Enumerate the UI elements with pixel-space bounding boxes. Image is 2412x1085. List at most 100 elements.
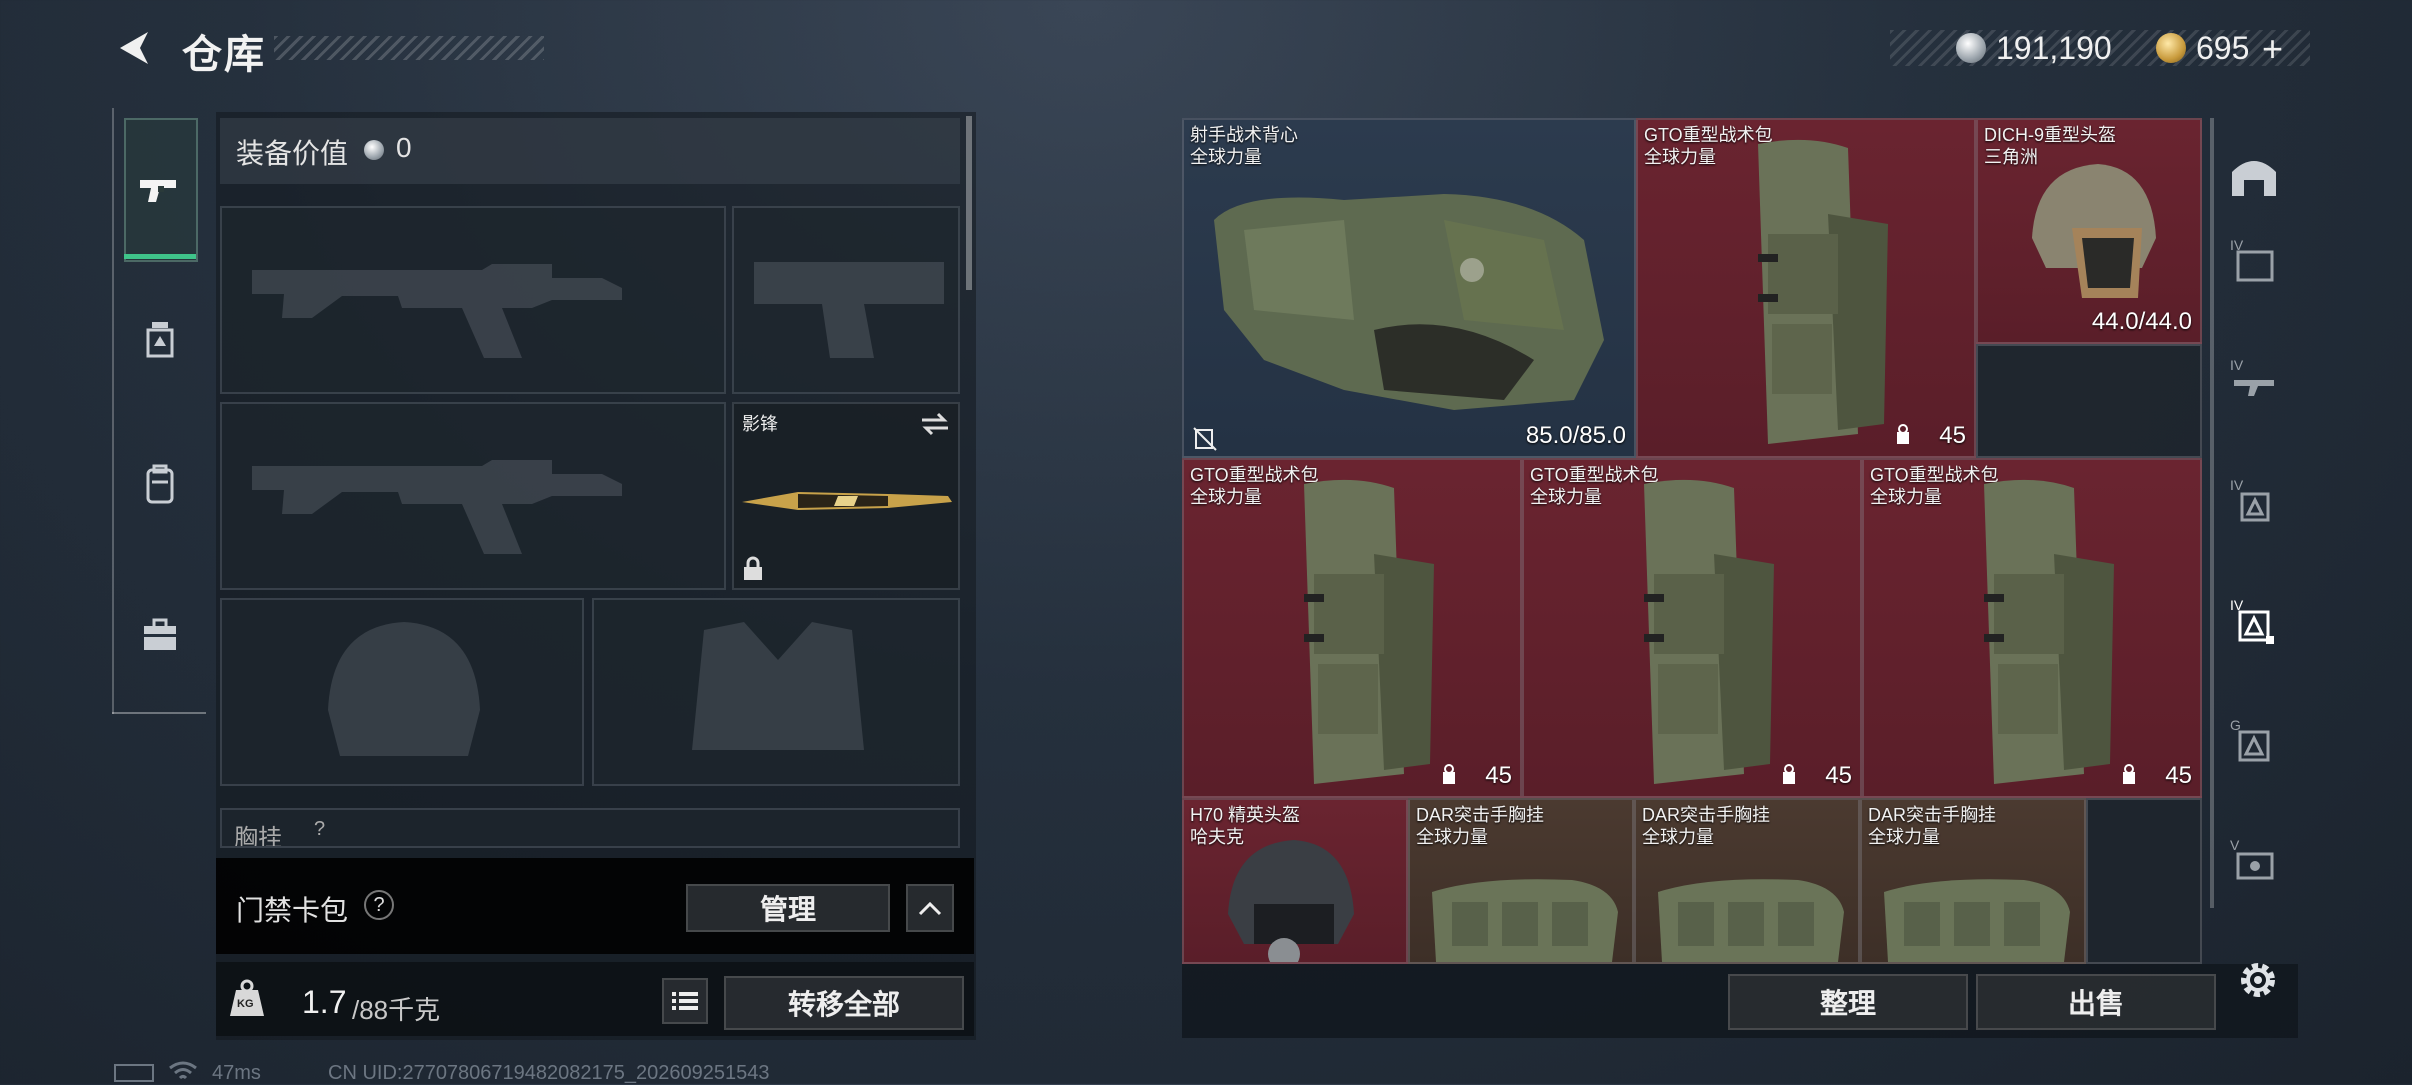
weight-icon-text: KG [237,998,254,1010]
item-name: DAR突击手胸挂 [1868,805,1997,825]
item-durability: 44.0/44.0 [2091,308,2192,335]
equipment-value: 0 [396,132,412,163]
nav-item-grenade[interactable] [136,316,184,364]
nav-item-toolbox[interactable] [136,610,184,658]
manage-button[interactable]: 管理 [686,884,890,932]
helmet-slot[interactable] [220,598,584,786]
settings-gear-icon[interactable] [2236,958,2280,1002]
melee-name: 影锋 [742,414,778,434]
nav-divider [112,712,206,714]
grenade-icon [146,322,174,358]
backpack-image [1984,479,2114,784]
vest-image [1214,194,1604,410]
stash-item-dar-chest-rig[interactable]: DAR突击手胸挂 全球力量 [1860,798,2086,964]
item-name: DAR突击手胸挂 [1642,805,1771,825]
rail-tier-g-icon[interactable]: G [2228,714,2280,766]
item-faction: 全球力量 [1644,147,1716,167]
item-faction: 全球力量 [1868,827,1940,847]
lock-icon [744,556,762,580]
item-name: H70 精英头盔 [1190,805,1301,825]
wifi-icon [169,1061,197,1080]
item-faction: 全球力量 [1642,827,1714,847]
rail-tier-iv-armor-icon[interactable]: IV [2228,474,2280,526]
pistol-icon [136,166,184,214]
loadout-scrollbar[interactable] [966,116,972,290]
backpack-icon [146,464,174,504]
helmet-image [2032,164,2156,298]
secondary-weapon-slot[interactable] [220,402,726,590]
stash-item-dar-chest-rig[interactable]: DAR突击手胸挂 全球力量 [1408,798,1634,964]
rifle-silhouette-icon [252,264,622,358]
item-faction: 全球力量 [1870,487,1942,507]
stash-item-gto-bag[interactable]: GTO重型战术包 全球力量 45 [1522,458,1862,798]
item-capacity: 45 [1485,762,1512,789]
stash-item-dar-chest-rig[interactable]: DAR突击手胸挂 全球力量 [1634,798,1860,964]
back-arrow-icon [120,32,148,64]
swap-icon[interactable] [920,412,950,436]
back-button[interactable] [112,26,156,70]
item-durability: 85.0/85.0 [1525,422,1626,449]
backpack-image [1644,479,1774,784]
backpack-image [1758,139,1888,445]
title-stripe-decoration [274,36,544,60]
rail-tier-iv-bag-icon-active[interactable]: IV [2228,594,2280,646]
expand-button[interactable] [906,884,954,932]
gold-amount: 695 [2196,30,2250,66]
item-capacity: 45 [1825,762,1852,789]
battery-icon [114,1064,154,1082]
list-view-button[interactable] [662,978,708,1024]
capacity-icon [1443,764,1455,784]
item-capacity: 45 [1939,422,1966,449]
chest-rig-help-icon[interactable]: ? [314,818,325,841]
rail-divider [2210,118,2214,908]
primary-weapon-slot[interactable] [220,206,726,394]
pistol-silhouette-icon [754,262,944,358]
organize-button[interactable]: 整理 [1728,974,1968,1030]
transfer-all-button[interactable]: 转移全部 [724,976,964,1030]
card-pack-label: 门禁卡包 [236,895,349,926]
rail-tier-iv-weapon-icon[interactable]: IV [2228,354,2280,406]
stash-item-gto-bag[interactable]: GTO重型战术包 全球力量 45 [1182,458,1522,798]
add-gold-button[interactable]: + [2262,28,2283,70]
capacity-icon [2123,764,2135,784]
chest-rig-slot[interactable]: 胸挂 ? [220,808,960,848]
rifle-silhouette-icon [252,460,622,554]
ping-value: 47ms [212,1062,261,1084]
knife-icon [742,492,952,510]
chest-rig-image [1884,879,2070,962]
item-name: DAR突击手胸挂 [1416,805,1545,825]
melee-slot[interactable]: 影锋 [732,402,960,590]
sell-button[interactable]: 出售 [1976,974,2216,1030]
helmet-image [1228,840,1354,962]
helmet-silhouette-icon [328,622,480,756]
backpack-image [1304,479,1434,784]
pistol-slot[interactable] [732,206,960,394]
item-faction: 全球力量 [1190,487,1262,507]
card-pack-help-icon[interactable]: ? [364,890,394,920]
chest-rig-label: 胸挂 [234,825,282,848]
armor-slot[interactable] [592,598,960,786]
rail-tier-v-icon[interactable]: V [2228,834,2280,886]
stash-item-dich-helmet[interactable]: DICH-9重型头盔 三角洲 44.0/44.0 [1976,118,2202,344]
item-name: 射手战术背心 [1190,125,1298,145]
stash-item-h70-helmet[interactable]: H70 精英头盔 哈夫克 [1182,798,1408,964]
nav-active-indicator [124,254,196,259]
gold-coin-icon [2156,33,2186,63]
list-icon [672,992,698,1010]
not-tradable-icon [1193,427,1217,451]
weight-current: 1.7 [302,984,347,1020]
rail-home-icon[interactable] [2228,150,2280,202]
tier-label: V [2230,837,2240,853]
stash-empty-cell[interactable] [2086,798,2202,964]
item-capacity: 45 [2165,762,2192,789]
silver-amount: 191,190 [1996,30,2112,66]
capacity-icon [1783,764,1795,784]
rail-tier-iv-box-icon[interactable]: IV [2228,234,2280,286]
item-faction: 全球力量 [1530,487,1602,507]
stash-empty-cell[interactable] [1976,344,2202,458]
nav-item-backpack[interactable] [136,460,184,508]
stash-item-gto-bag[interactable]: GTO重型战术包 全球力量 45 [1636,118,1976,458]
vest-silhouette-icon [692,622,864,750]
stash-item-tactical-vest[interactable]: 射手战术背心 全球力量 85.0/85.0 [1182,118,1636,458]
stash-item-gto-bag[interactable]: GTO重型战术包 全球力量 45 [1862,458,2202,798]
